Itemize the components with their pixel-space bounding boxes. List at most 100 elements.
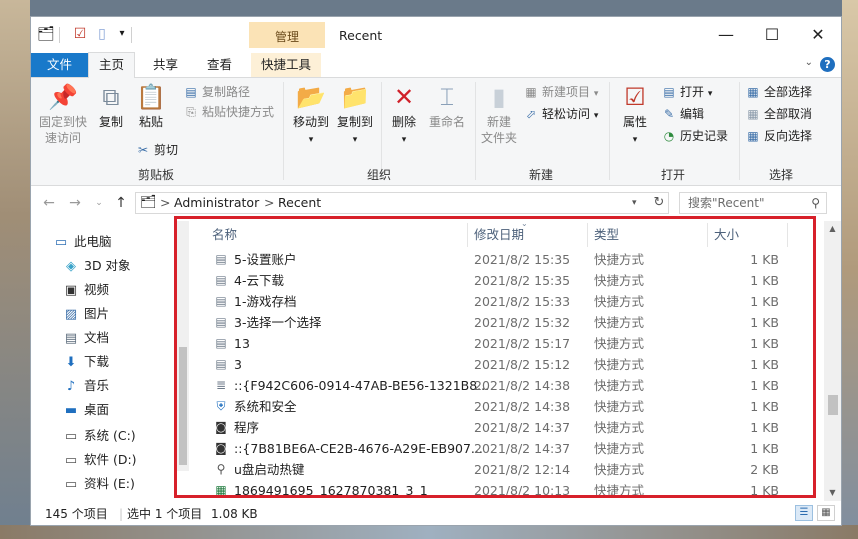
- up-arrow-icon[interactable]: ↑: [111, 192, 131, 214]
- file-name: 系统和安全: [234, 399, 297, 414]
- qat-dropdown-icon[interactable]: ▾: [113, 25, 131, 43]
- file-row[interactable]: ▤ 4-云下载 2021/8/2 15:35 快捷方式 1 KB: [191, 270, 821, 291]
- new-group-label: 新建: [528, 168, 553, 182]
- copy-path-label: 复制路径: [202, 85, 251, 99]
- file-date: 2021/8/2 12:14: [474, 462, 571, 477]
- back-arrow-icon[interactable]: ←: [39, 192, 59, 214]
- status-divider: |: [119, 507, 124, 521]
- column-name[interactable]: 名称: [206, 223, 468, 247]
- nav-scrollbar-thumb[interactable]: [179, 347, 187, 465]
- file-row[interactable]: ▦ 1869491695_1627870381_3_1 2021/8/2 10:13…: [191, 480, 821, 501]
- address-bar[interactable]: 🗂 > Administrator > Recent ▾: [135, 192, 669, 214]
- scroll-down-icon[interactable]: ▼: [824, 485, 841, 501]
- tab-home[interactable]: 主页: [88, 52, 136, 79]
- cut-button[interactable]: ✂ 剪切: [135, 140, 178, 160]
- breadcrumb-recent[interactable]: Recent: [278, 193, 321, 213]
- copy-to-button[interactable]: 📁 复制到 ▾: [333, 82, 377, 148]
- new-folder-icon[interactable]: ▯: [93, 25, 111, 43]
- tab-shortcut-tools[interactable]: 快捷工具: [251, 53, 322, 77]
- search-input[interactable]: 搜索"Recent" ⚲: [679, 192, 827, 214]
- nav-3d-objects[interactable]: ◈ 3D 对象: [63, 255, 131, 277]
- file-size: 1 KB: [750, 315, 779, 330]
- nav-documents[interactable]: ▤ 文档: [63, 327, 109, 349]
- nav-pictures[interactable]: ▨ 图片: [63, 303, 109, 325]
- folder-properties-icon[interactable]: 🗂: [37, 25, 55, 43]
- copy-path-button[interactable]: ▤ 复制路径: [183, 82, 250, 102]
- paste-shortcut-button[interactable]: ⎘ 粘贴快捷方式: [183, 102, 274, 122]
- large-icons-view-icon[interactable]: ▦: [817, 505, 835, 521]
- easy-access-button[interactable]: ⬀ 轻松访问 ▾: [523, 104, 598, 124]
- nav-drive-e[interactable]: ▭ 资料 (E:): [63, 473, 135, 495]
- file-row[interactable]: ≣::{F942C606-0914-47AB-BE56-1321B8... 202…: [191, 375, 821, 396]
- file-row[interactable]: ▤ 1-游戏存档 2021/8/2 15:33 快捷方式 1 KB: [191, 291, 821, 312]
- new-folder-button[interactable]: ▮ 新建 文件夹: [479, 82, 519, 146]
- help-icon[interactable]: ?: [820, 57, 835, 72]
- details-view-icon[interactable]: ☰: [795, 505, 813, 521]
- move-to-button[interactable]: 📂 移动到 ▾: [289, 82, 333, 148]
- copy-button[interactable]: ⧉ 复制: [93, 82, 129, 130]
- paste-button[interactable]: 📋 粘贴: [133, 82, 169, 130]
- nav-label: 文档: [84, 330, 110, 345]
- file-row[interactable]: ◙::{7B81BE6A-CE2B-4676-A29E-EB907... 2021…: [191, 438, 821, 459]
- invert-selection-button[interactable]: ▦ 反向选择: [745, 126, 812, 146]
- drive-icon: ▭: [64, 477, 78, 492]
- pin-quick-access-button[interactable]: 📌 固定到快 速访问: [35, 82, 91, 146]
- file-row[interactable]: ▤ 13 2021/8/2 15:17 快捷方式 1 KB: [191, 333, 821, 354]
- recent-locations-icon[interactable]: ⌄: [89, 192, 109, 214]
- nav-desktop[interactable]: ▬ 桌面: [63, 399, 109, 421]
- open-button[interactable]: ▤ 打开 ▾: [661, 82, 712, 102]
- search-icon: ⚲: [811, 196, 820, 210]
- file-row[interactable]: ◙ 程序 2021/8/2 14:37 快捷方式 1 KB: [191, 417, 821, 438]
- minimize-button[interactable]: —: [703, 17, 749, 53]
- rename-button[interactable]: ⌶ 重命名: [425, 82, 469, 130]
- close-button[interactable]: ✕: [795, 17, 841, 53]
- file-row[interactable]: ⚲ u盘启动热键 2021/8/2 12:14 快捷方式 2 KB: [191, 459, 821, 480]
- file-size: 1 KB: [750, 336, 779, 351]
- open-group-label: 打开: [660, 168, 685, 182]
- desktop-background-right: [842, 0, 858, 539]
- qat-divider: [131, 27, 132, 43]
- properties-check-icon[interactable]: ☑: [71, 25, 89, 43]
- chevron-down-icon: ▾: [352, 135, 358, 145]
- forward-arrow-icon[interactable]: →: [65, 192, 85, 214]
- history-button[interactable]: ◔ 历史记录: [661, 126, 728, 146]
- maximize-button[interactable]: ☐: [749, 17, 795, 53]
- tab-view[interactable]: 查看: [197, 53, 242, 77]
- scroll-up-icon[interactable]: ▲: [824, 221, 841, 237]
- nav-downloads[interactable]: ⬇ 下载: [63, 351, 109, 373]
- nav-videos[interactable]: ▣ 视频: [63, 279, 109, 301]
- manage-context-tab[interactable]: 管理: [249, 22, 325, 48]
- file-row[interactable]: ▤ 5-设置账户 2021/8/2 15:35 快捷方式 1 KB: [191, 249, 821, 270]
- file-row[interactable]: ⛨ 系统和安全 2021/8/2 14:38 快捷方式 1 KB: [191, 396, 821, 417]
- file-list-scrollbar-thumb[interactable]: [828, 395, 838, 415]
- nav-drive-d[interactable]: ▭ 软件 (D:): [63, 449, 137, 471]
- delete-button[interactable]: ✕ 删除 ▾: [385, 82, 423, 148]
- clipboard-icon: 📋: [136, 83, 166, 111]
- select-all-button[interactable]: ▦ 全部选择: [745, 82, 812, 102]
- file-list-scrollbar[interactable]: ▲ ▼: [824, 221, 841, 501]
- nav-drive-c[interactable]: ▭ 系统 (C:): [63, 425, 136, 447]
- open-icon: ▤: [663, 85, 675, 99]
- ribbon-collapse-icon[interactable]: ⌄: [805, 57, 813, 68]
- edit-button[interactable]: ✎ 编辑: [661, 104, 704, 124]
- refresh-icon[interactable]: ↻: [649, 192, 669, 214]
- nav-scrollbar[interactable]: [177, 221, 189, 471]
- tab-share[interactable]: 共享: [143, 53, 188, 77]
- file-row[interactable]: ▤ 3 2021/8/2 15:12 快捷方式 1 KB: [191, 354, 821, 375]
- nav-this-pc[interactable]: ▭ 此电脑: [53, 231, 112, 253]
- address-dropdown-icon[interactable]: ▾: [632, 193, 637, 213]
- new-item-button[interactable]: ▦ 新建项目 ▾: [523, 82, 598, 102]
- file-date: 2021/8/2 15:33: [474, 294, 571, 309]
- column-date[interactable]: 修改日期: [468, 223, 588, 247]
- column-size[interactable]: 大小: [708, 223, 788, 247]
- properties-button[interactable]: ☑ 属性 ▾: [615, 82, 655, 148]
- nav-music[interactable]: ♪ 音乐: [63, 375, 109, 397]
- easy-access-icon: ⬀: [525, 107, 537, 121]
- tab-file[interactable]: 文件: [31, 53, 88, 77]
- breadcrumb-administrator[interactable]: Administrator: [174, 193, 259, 213]
- file-row[interactable]: ▤ 3-选择一个选择 2021/8/2 15:32 快捷方式 1 KB: [191, 312, 821, 333]
- select-none-button[interactable]: ▦ 全部取消: [745, 104, 812, 124]
- shortcut-icon: ▤: [215, 357, 227, 371]
- column-type[interactable]: 类型: [588, 223, 708, 247]
- file-name: 4-云下载: [234, 273, 284, 288]
